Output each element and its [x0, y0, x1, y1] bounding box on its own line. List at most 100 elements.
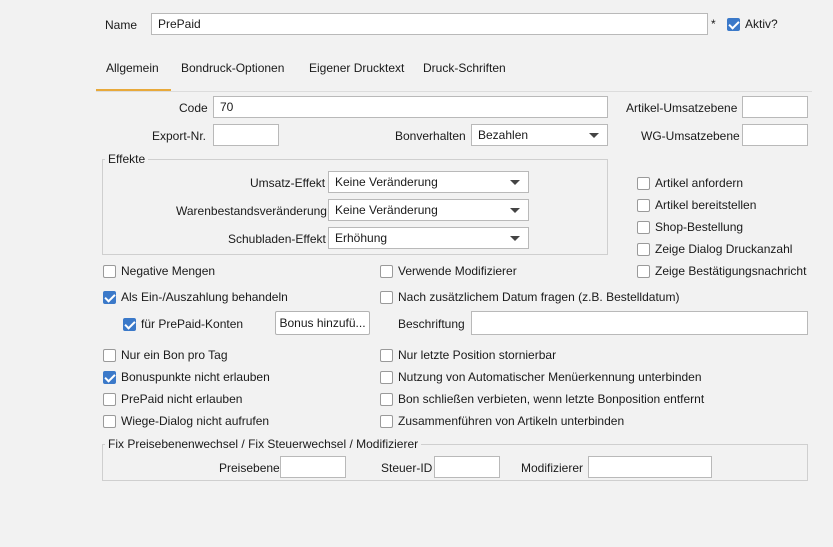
schubladen-effekt-select[interactable]: Erhöhung [328, 227, 529, 249]
checkbox-box [637, 176, 650, 190]
checkbox-box [103, 348, 116, 362]
wg-umsatzebene-input[interactable] [742, 124, 808, 146]
steuer-id-input[interactable] [434, 456, 500, 478]
ein-bon-pro-tag-checkbox[interactable]: Nur ein Bon pro Tag [103, 347, 228, 363]
menuerkennung-label: Nutzung von Automatischer Menüerkennung … [398, 370, 702, 384]
dialog-druckanzahl-checkbox[interactable]: Zeige Dialog Druckanzahl [637, 241, 792, 257]
artikel-bereitstellen-checkbox[interactable]: Artikel bereitstellen [637, 197, 756, 213]
code-label: Code [179, 101, 208, 115]
checkbox-box [380, 290, 393, 304]
chevron-down-icon [589, 133, 599, 138]
tab-divider [96, 91, 812, 92]
artikel-umsatzebene-label: Artikel-Umsatzebene [626, 101, 738, 115]
checkbox-box [637, 198, 650, 212]
tab-eigener-drucktext[interactable]: Eigener Drucktext [309, 61, 404, 77]
artikel-anfordern-label: Artikel anfordern [655, 176, 744, 190]
checkbox-box [380, 414, 393, 428]
dialog-druckanzahl-label: Zeige Dialog Druckanzahl [655, 242, 793, 256]
bonuspunkte-checkbox[interactable]: Bonuspunkte nicht erlauben [103, 369, 270, 385]
prepaid-nicht-erlauben-checkbox[interactable]: PrePaid nicht erlauben [103, 391, 242, 407]
artikel-umsatzebene-input[interactable] [742, 96, 808, 118]
checkbox-box [380, 392, 393, 406]
steuer-id-label: Steuer-ID [381, 461, 433, 475]
code-input[interactable] [213, 96, 608, 118]
aktiv-checkbox[interactable]: Aktiv? [727, 16, 778, 32]
checkbox-box [637, 220, 650, 234]
active-tab-indicator [96, 89, 171, 91]
wiege-dialog-label: Wiege-Dialog nicht aufrufen [121, 414, 270, 428]
tab-druck-schriften[interactable]: Druck-Schriften [423, 61, 506, 77]
required-star: * [711, 17, 716, 31]
beschriftung-input[interactable] [471, 311, 808, 335]
beschriftung-label: Beschriftung [398, 317, 465, 331]
shop-bestellung-checkbox[interactable]: Shop-Bestellung [637, 219, 743, 235]
wg-umsatzebene-label: WG-Umsatzebene [641, 129, 740, 143]
aktiv-label: Aktiv? [745, 17, 778, 31]
checkbox-box [103, 414, 116, 428]
checkbox-box [103, 392, 116, 406]
checkbox-box [103, 264, 116, 278]
bestaetigungsnachricht-label: Zeige Bestätigungsnachricht [655, 264, 807, 278]
prepaid-konten-label: für PrePaid-Konten [141, 317, 244, 331]
tab-allgemein[interactable]: Allgemein [106, 61, 159, 77]
bon-schliessen-label: Bon schließen verbieten, wenn letzte Bon… [398, 392, 705, 406]
effekte-title: Effekte [105, 152, 149, 166]
negative-mengen-checkbox[interactable]: Negative Mengen [103, 263, 215, 279]
zusammenfuehren-label: Zusammenführen von Artikeln unterbinden [398, 414, 625, 428]
letzte-position-checkbox[interactable]: Nur letzte Position stornierbar [380, 347, 556, 363]
bonuspunkte-label: Bonuspunkte nicht erlauben [121, 370, 270, 384]
chevron-down-icon [510, 208, 520, 213]
modifizierer-label: Modifizierer [521, 461, 584, 475]
menuerkennung-checkbox[interactable]: Nutzung von Automatischer Menüerkennung … [380, 369, 702, 385]
ein-auszahlung-label: Als Ein-/Auszahlung behandeln [121, 290, 288, 304]
bonus-hinzufuegen-button[interactable]: Bonus hinzufü... [275, 311, 370, 335]
checkbox-box [380, 370, 393, 384]
export-nr-label: Export-Nr. [152, 129, 207, 143]
bonverhalten-select[interactable]: Bezahlen [471, 124, 608, 146]
schubladen-effekt-value: Erhöhung [335, 231, 388, 245]
ein-bon-pro-tag-label: Nur ein Bon pro Tag [121, 348, 228, 362]
preisebene-label: Preisebene [219, 461, 280, 475]
wiege-dialog-checkbox[interactable]: Wiege-Dialog nicht aufrufen [103, 413, 269, 429]
umsatz-effekt-select[interactable]: Keine Veränderung [328, 171, 529, 193]
aktiv-check-icon [727, 17, 740, 31]
warenbestand-value: Keine Veränderung [335, 203, 438, 217]
artikel-bereitstellen-label: Artikel bereitstellen [655, 198, 757, 212]
warenbestand-select[interactable]: Keine Veränderung [328, 199, 529, 221]
checkbox-box [637, 264, 650, 278]
checkbox-box [380, 348, 393, 362]
export-nr-input[interactable] [213, 124, 279, 146]
check-icon [103, 290, 116, 304]
preisebene-input[interactable] [280, 456, 346, 478]
zusammenfuehren-checkbox[interactable]: Zusammenführen von Artikeln unterbinden [380, 413, 624, 429]
negative-mengen-label: Negative Mengen [121, 264, 216, 278]
prepaid-konten-checkbox[interactable]: für PrePaid-Konten [123, 316, 243, 332]
bonverhalten-label: Bonverhalten [395, 129, 466, 143]
shop-bestellung-label: Shop-Bestellung [655, 220, 744, 234]
check-icon [123, 317, 136, 331]
datum-fragen-label: Nach zusätzlichem Datum fragen (z.B. Bes… [398, 290, 680, 304]
bonverhalten-value: Bezahlen [478, 128, 529, 142]
ein-auszahlung-checkbox[interactable]: Als Ein-/Auszahlung behandeln [103, 289, 288, 305]
prepaid-nicht-erlauben-label: PrePaid nicht erlauben [121, 392, 243, 406]
modifizierer-input[interactable] [588, 456, 712, 478]
tab-bondruck-optionen[interactable]: Bondruck-Optionen [181, 61, 284, 77]
datum-fragen-checkbox[interactable]: Nach zusätzlichem Datum fragen (z.B. Bes… [380, 289, 679, 305]
bon-schliessen-checkbox[interactable]: Bon schließen verbieten, wenn letzte Bon… [380, 391, 704, 407]
verwende-modifizierer-label: Verwende Modifizierer [398, 264, 517, 278]
umsatz-effekt-label: Umsatz-Effekt [250, 176, 326, 190]
schubladen-effekt-label: Schubladen-Effekt [228, 232, 326, 246]
chevron-down-icon [510, 236, 520, 241]
verwende-modifizierer-checkbox[interactable]: Verwende Modifizierer [380, 263, 517, 279]
bestaetigungsnachricht-checkbox[interactable]: Zeige Bestätigungsnachricht [637, 263, 806, 279]
check-icon [103, 370, 116, 384]
chevron-down-icon [510, 180, 520, 185]
umsatz-effekt-value: Keine Veränderung [335, 175, 438, 189]
name-input[interactable] [151, 13, 708, 35]
checkbox-box [380, 264, 393, 278]
checkbox-box [637, 242, 650, 256]
name-label: Name [105, 18, 138, 32]
artikel-anfordern-checkbox[interactable]: Artikel anfordern [637, 175, 743, 191]
fix-group-title: Fix Preisebenenwechsel / Fix Steuerwechs… [105, 437, 422, 451]
letzte-position-label: Nur letzte Position stornierbar [398, 348, 557, 362]
